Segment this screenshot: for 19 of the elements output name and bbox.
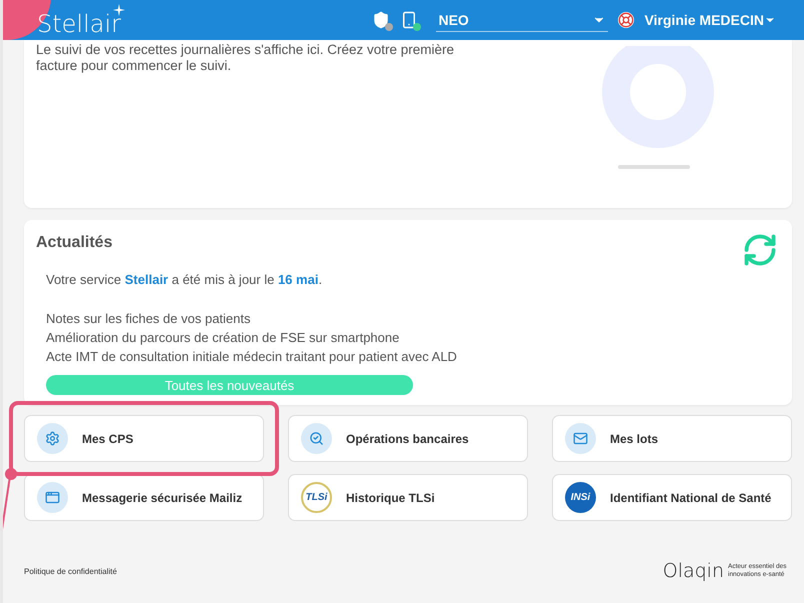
- shortcut-tile[interactable]: Opérations bancaires: [288, 415, 528, 462]
- update-text: Votre service Stellair a été mis à jour le 16 mai.: [46, 271, 324, 289]
- news-item: Acte IMT de consultation initiale médecin traitant pour patient avec ALD: [46, 348, 458, 366]
- shortcut-tile[interactable]: INSi Identifiant National de Santé: [552, 474, 792, 521]
- shortcut-tile[interactable]: Mes CPS: [24, 415, 264, 462]
- shortcut-tile[interactable]: TLSi Historique TLSi: [288, 474, 528, 521]
- news-title: Actualités: [36, 234, 114, 252]
- empty-message: Le suivi de vos recettes journalières s'affiche ici. Créez votre première facture pour commencer le suivi.: [36, 42, 456, 75]
- tlsi-logo: TLSi: [301, 482, 332, 513]
- user-menu[interactable]: Virginie MEDECIN: [644, 12, 776, 28]
- privacy-link[interactable]: Politique de confidentialité: [24, 566, 117, 576]
- news-item: Amélioration du parcours de création de FSE sur smartphone: [46, 329, 400, 347]
- ins-logo: INSi: [565, 482, 596, 513]
- logo: Stellair: [37, 9, 121, 39]
- news-item: Notes sur les fiches de vos patients: [46, 310, 252, 328]
- shortcut-tile[interactable]: Mes lots: [552, 415, 792, 462]
- brand-logo: Olaqin: [662, 560, 724, 582]
- shortcut-tile[interactable]: Messagerie sécurisée Mailiz: [24, 474, 264, 521]
- practice-select[interactable]: NEO: [436, 8, 608, 32]
